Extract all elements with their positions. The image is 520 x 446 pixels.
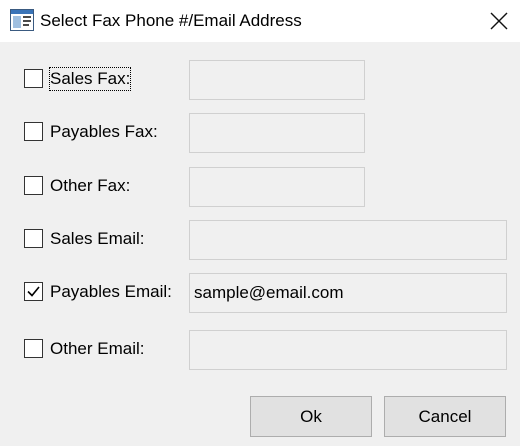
cancel-button[interactable]: Cancel bbox=[384, 396, 506, 437]
other-email-checkbox[interactable] bbox=[24, 339, 43, 358]
close-button[interactable] bbox=[476, 0, 520, 42]
other-fax-field[interactable] bbox=[189, 167, 365, 207]
sales-email-label[interactable]: Sales Email: bbox=[50, 228, 144, 250]
other-fax-label[interactable]: Other Fax: bbox=[50, 175, 130, 197]
sales-fax-checkbox[interactable] bbox=[24, 69, 43, 88]
other-fax-row: Other Fax: bbox=[0, 167, 520, 207]
payables-email-row: Payables Email: sample@email.com bbox=[0, 273, 520, 313]
dialog-window-icon bbox=[10, 9, 34, 31]
checkmark-icon bbox=[27, 286, 40, 297]
payables-fax-row: Payables Fax: bbox=[0, 113, 520, 153]
close-icon bbox=[490, 12, 508, 30]
payables-email-field[interactable]: sample@email.com bbox=[189, 273, 507, 313]
window-title: Select Fax Phone #/Email Address bbox=[40, 11, 302, 30]
title-bar: Select Fax Phone #/Email Address bbox=[0, 0, 520, 42]
other-email-row: Other Email: bbox=[0, 330, 520, 370]
payables-email-label[interactable]: Payables Email: bbox=[50, 281, 172, 303]
payables-fax-checkbox[interactable] bbox=[24, 122, 43, 141]
other-email-label[interactable]: Other Email: bbox=[50, 338, 144, 360]
sales-email-checkbox[interactable] bbox=[24, 229, 43, 248]
payables-fax-field[interactable] bbox=[189, 113, 365, 153]
sales-fax-row: Sales Fax: bbox=[0, 60, 520, 100]
sales-fax-label[interactable]: Sales Fax: bbox=[48, 67, 132, 91]
payables-fax-label[interactable]: Payables Fax: bbox=[50, 121, 158, 143]
sales-email-field[interactable] bbox=[189, 220, 507, 260]
payables-email-checkbox[interactable] bbox=[24, 282, 43, 301]
ok-button[interactable]: Ok bbox=[250, 396, 372, 437]
sales-email-row: Sales Email: bbox=[0, 220, 520, 260]
sales-fax-field[interactable] bbox=[189, 60, 365, 100]
other-email-field[interactable] bbox=[189, 330, 507, 370]
other-fax-checkbox[interactable] bbox=[24, 176, 43, 195]
